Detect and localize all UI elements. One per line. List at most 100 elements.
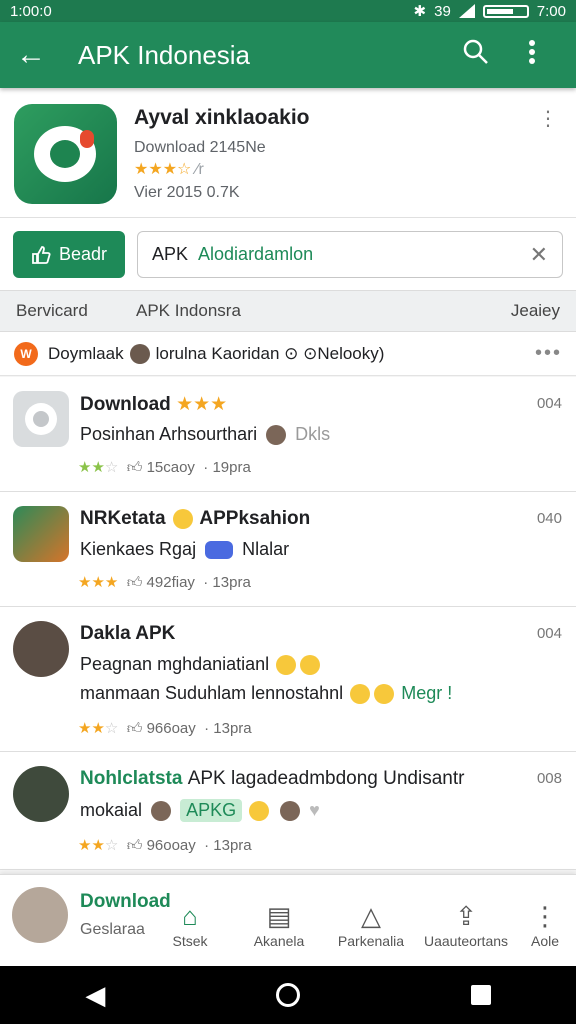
nav-label: Akanela — [253, 933, 305, 949]
document-icon: ▤ — [266, 901, 292, 931]
item-stars-on: ★★★ — [78, 574, 119, 591]
tab-bar: Bervicard APK Indonsra Jeaiey — [0, 290, 576, 332]
notice-text: Doymlaak lorulna Kaoridan ⊙ ⊙Nelooky) — [48, 343, 535, 364]
avatar — [129, 343, 150, 364]
heart-icon[interactable]: ♥ — [309, 800, 320, 820]
search-input[interactable]: APK Alodiardamlon ✕ — [137, 231, 563, 278]
item-line1-text: mokaial — [80, 800, 143, 820]
list-item-subtitle: mokaial APKG ♥ — [80, 799, 320, 822]
item-likes: 15caoy — [146, 459, 195, 476]
list-item-body: manmaan Suduhlam lennostahnl Megr ! — [80, 683, 453, 705]
status-time: 7:00 — [536, 2, 566, 20]
game-thumb-icon — [13, 506, 69, 562]
nav-item-home[interactable]: ⌂ Stsek — [145, 901, 235, 949]
nav-item-notifications[interactable]: △ Parkenalia — [326, 901, 416, 949]
emoji-icon — [374, 684, 395, 705]
search-button-label: Beadr — [58, 244, 108, 264]
item-stars-on: ★★ — [78, 837, 105, 854]
list-item-title: NRKetata APPksahion — [80, 508, 310, 530]
battery-icon — [482, 4, 529, 18]
app-rating: ★★★☆ ⁄r — [134, 159, 204, 179]
item-code: 008 — [536, 770, 562, 787]
list-item[interactable]: Download ★★★ Posinhan Arhsourthari Dkls … — [0, 377, 576, 492]
home-icon: ⌂ — [182, 901, 198, 931]
item-time: 19pra — [212, 459, 251, 476]
search-prefix: APK — [152, 244, 189, 264]
item-stars-on: ★★ — [78, 720, 105, 737]
item-line1-text: Posinhan Arhsourthari — [80, 424, 258, 444]
app-meta: Vier 2015 0.7K — [134, 184, 240, 201]
app-list: Download ★★★ Posinhan Arhsourthari Dkls … — [0, 377, 576, 870]
app-thumb-icon — [13, 391, 69, 447]
nav-label: Stsek — [172, 933, 208, 949]
item-line2-tail: Megr ! — [401, 683, 453, 703]
notice-text-b: lorulna Kaoridan ⊙ ⊙Nelooky) — [155, 343, 385, 363]
list-item-meta: ★★☆ 👍︎ 966oay · 13pra — [78, 720, 252, 737]
tab-left[interactable]: Bervicard — [16, 301, 88, 321]
thumbs-up-icon[interactable]: 👍︎ — [127, 574, 143, 591]
thumbs-up-icon — [32, 245, 51, 264]
item-line1-tail: Nlalar — [242, 539, 290, 559]
item-line2-text: manmaan Suduhlam lennostahnl — [80, 683, 344, 703]
item-likes: 96ooay — [146, 837, 196, 854]
discord-icon — [205, 541, 234, 560]
item-stars-off: ☆ — [104, 459, 119, 476]
list-item-title: Dakla APK — [80, 623, 175, 645]
app-logo-icon — [14, 104, 117, 204]
item-title-text: Dakla APK — [80, 623, 176, 644]
tab-middle[interactable]: APK Indonsra — [136, 301, 241, 321]
thumbs-up-icon[interactable]: 👍︎ — [127, 459, 143, 476]
bluetooth-icon: ✱ — [413, 3, 427, 20]
peek-item-subtitle: Geslaraa — [80, 921, 145, 938]
clear-icon[interactable]: ✕ — [530, 242, 548, 268]
status-left-text: 1:00:0 — [10, 2, 52, 20]
nav-item-upload[interactable]: ⇪ Uaauteortans — [421, 901, 511, 949]
rating-suffix: ⁄r — [195, 161, 204, 178]
notice-badge-icon: W — [14, 341, 38, 366]
item-rating: ★★★ — [78, 574, 118, 591]
arrow-left-icon[interactable]: ← — [16, 38, 64, 72]
home-circle-icon[interactable] — [275, 983, 300, 1007]
list-item[interactable]: Dakla APK Peagnan mghdaniatianl manmaan … — [0, 607, 576, 752]
item-title-tail: APPksahion — [199, 508, 311, 529]
more-horiz-icon[interactable]: ••• — [535, 342, 562, 365]
list-item[interactable]: Nohlclatsta APK lagadeadmbdong Undisantr… — [0, 752, 576, 870]
page-title: APK Indonesia — [78, 39, 251, 70]
app-bar: ← APK Indonesia — [0, 22, 576, 88]
item-time: 13pra — [213, 837, 252, 854]
search-row: Beadr APK Alodiardamlon ✕ — [0, 218, 576, 290]
list-item[interactable]: NRKetata APPksahion Kienkaes Rgaj Nlalar… — [0, 492, 576, 607]
app-card-more-icon[interactable]: ⋮ — [538, 106, 558, 131]
list-item-title: Nohlclatsta APK lagadeadmbdong Undisantr — [80, 768, 464, 790]
emoji-icon — [276, 655, 297, 676]
recents-icon[interactable] — [470, 985, 491, 1005]
item-rating: ★★☆ — [78, 720, 118, 737]
thumbs-up-icon[interactable]: 👍︎ — [127, 720, 143, 737]
tab-right[interactable]: Jeaiey — [511, 301, 560, 321]
nav-item-document[interactable]: ▤ Akanela — [234, 901, 324, 949]
status-indicators: ✱ 39 7:00 — [413, 2, 566, 21]
avatar — [12, 887, 68, 943]
avatar — [151, 801, 172, 822]
search-icon[interactable] — [448, 39, 504, 72]
back-icon[interactable]: ◀ — [85, 980, 105, 1011]
item-line1-text: Kienkaes Rgaj — [80, 539, 197, 559]
item-code: 040 — [536, 510, 562, 527]
emoji-icon — [172, 508, 193, 529]
list-item-meta: ★★☆ 👍︎ 96ooay · 13pra — [78, 837, 252, 854]
item-time: 13pra — [212, 574, 251, 591]
notifications-icon: △ — [361, 901, 381, 931]
item-likes: 966oay — [146, 720, 196, 737]
item-likes: 492fiay — [146, 574, 195, 591]
nav-label: Aole — [530, 933, 560, 949]
avatar — [13, 621, 69, 677]
nav-item-more[interactable]: ⋮ Aole — [500, 901, 576, 949]
more-vert-icon[interactable] — [504, 39, 560, 72]
emoji-icon — [249, 801, 270, 822]
item-code: 004 — [536, 625, 562, 642]
search-button[interactable]: Beadr — [13, 231, 125, 278]
list-item-meta: ★★★ 👍︎ 492fiay · 13pra — [78, 574, 251, 591]
notice-row[interactable]: W Doymlaak lorulna Kaoridan ⊙ ⊙Nelooky) … — [0, 332, 576, 376]
thumbs-up-icon[interactable]: 👍︎ — [127, 837, 143, 854]
emoji-icon — [300, 655, 321, 676]
